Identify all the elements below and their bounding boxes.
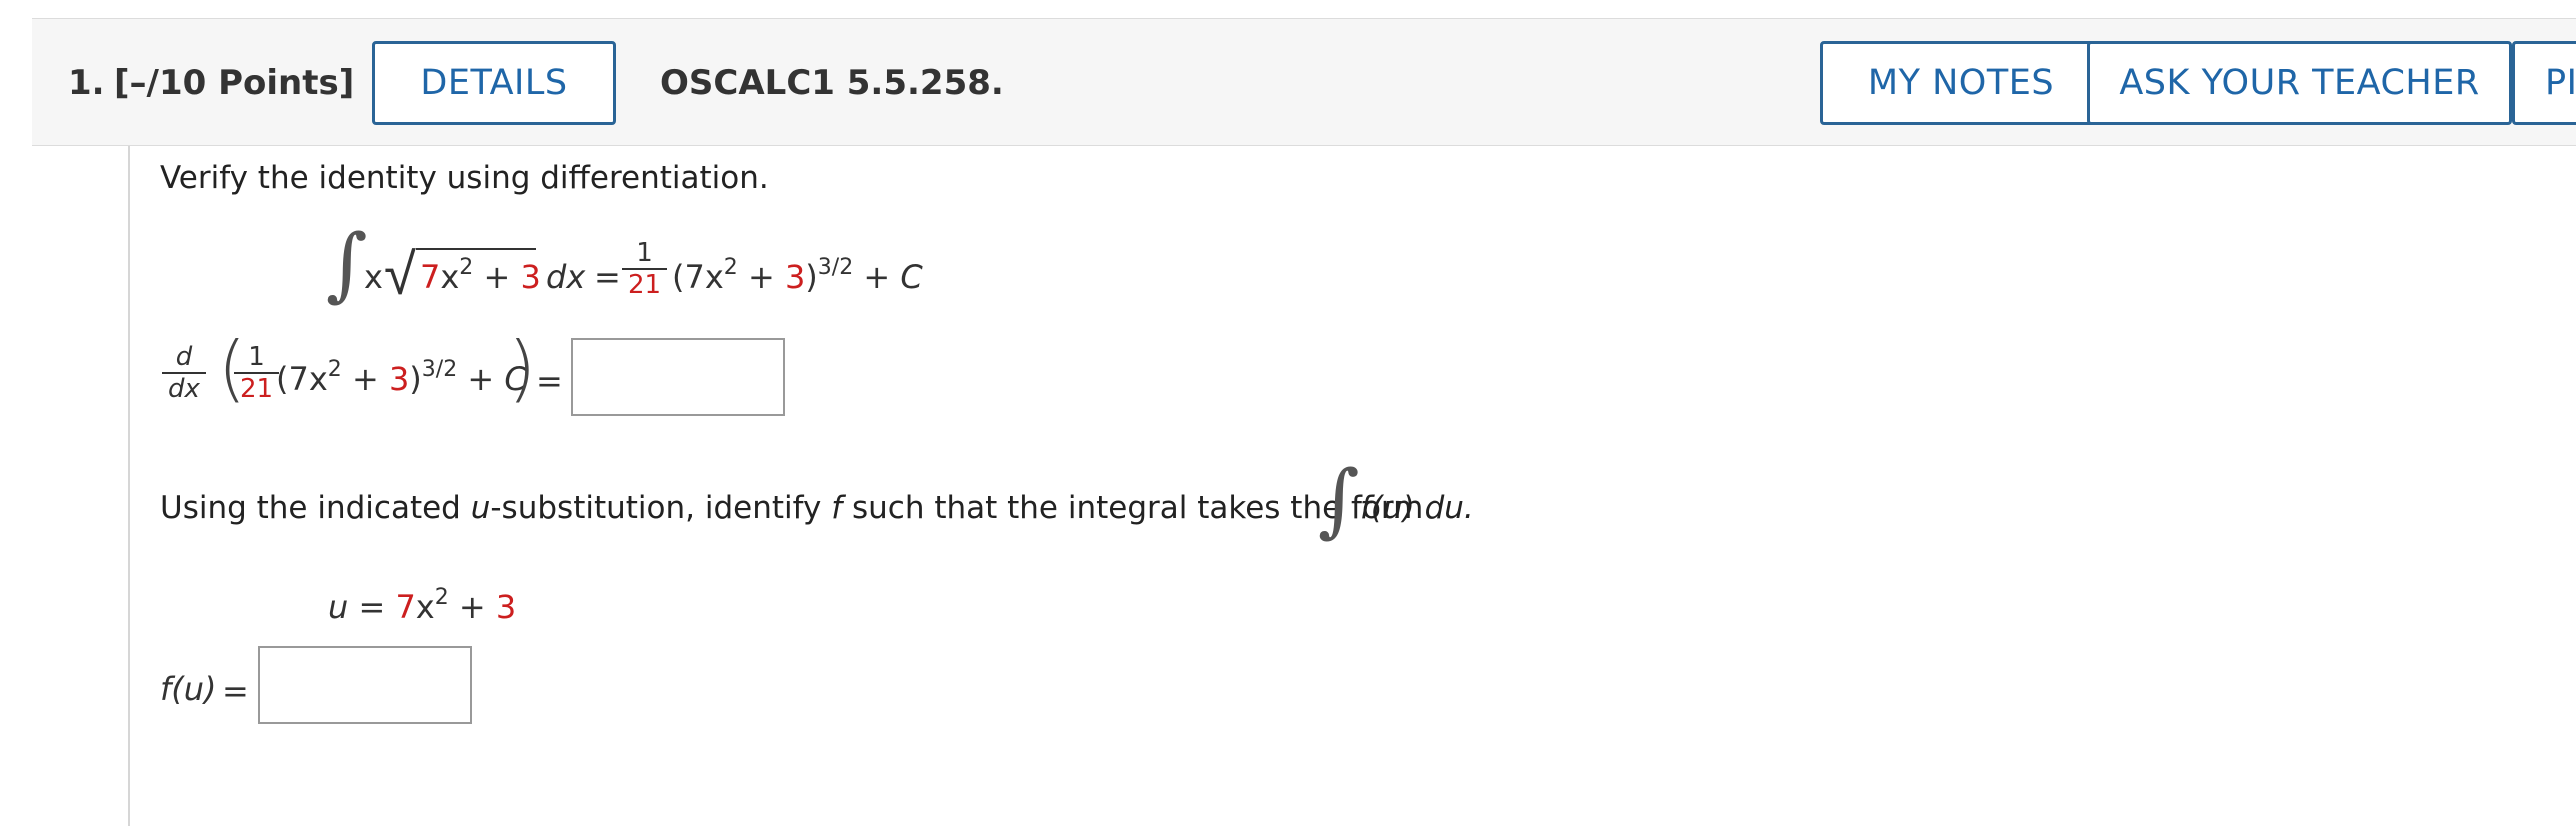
- practice-button-partial[interactable]: PI: [2512, 41, 2576, 125]
- derivative-equals: =: [536, 362, 563, 400]
- assignment-id: OSCALC1 5.5.258.: [660, 63, 1004, 103]
- fu-answer-input[interactable]: [258, 646, 472, 724]
- form-integral-sign: ∫: [1318, 453, 1360, 546]
- derivative-answer-input[interactable]: [571, 338, 785, 416]
- identity-fraction: 1 21: [620, 238, 669, 300]
- radical-bar: [416, 248, 536, 250]
- identity-dx: dx: [546, 258, 586, 296]
- identity-integrand-x: x: [364, 258, 383, 296]
- derivative-operator: d dx: [160, 342, 208, 404]
- content-left-rule: [128, 146, 130, 826]
- question-header: 1. [–/10 Points] DETAILS OSCALC1 5.5.258…: [32, 18, 2576, 146]
- derivative-fraction: 1 21: [232, 342, 281, 404]
- instruction-text: Verify the identity using differentiatio…: [160, 160, 769, 196]
- my-notes-button[interactable]: MY NOTES: [1820, 41, 2102, 125]
- ask-your-teacher-button[interactable]: ASK YOUR TEACHER: [2087, 41, 2512, 125]
- u-definition: u = 7x2 + 3: [328, 585, 517, 627]
- derivative-expression: (7x2 + 3)3/2 + C: [276, 357, 527, 399]
- radical-sign: √: [384, 240, 416, 308]
- derivative-close-paren: ): [508, 326, 537, 410]
- identity-equals: =: [594, 258, 621, 296]
- substitution-instruction: Using the indicated u-substitution, iden…: [160, 490, 1424, 526]
- identity-rhs: (7x2 + 3)3/2 + C: [672, 255, 923, 297]
- details-button[interactable]: DETAILS: [372, 41, 616, 125]
- form-fu-du: f(u) du.: [1360, 490, 1474, 526]
- question-points: [–/10 Points]: [114, 63, 355, 103]
- identity-radicand: 7x2 + 3: [420, 255, 541, 297]
- integral-sign: ∫: [326, 217, 368, 310]
- question-number: 1.: [68, 63, 105, 103]
- fu-label: f(u): [160, 670, 217, 708]
- fu-equals: =: [222, 672, 249, 710]
